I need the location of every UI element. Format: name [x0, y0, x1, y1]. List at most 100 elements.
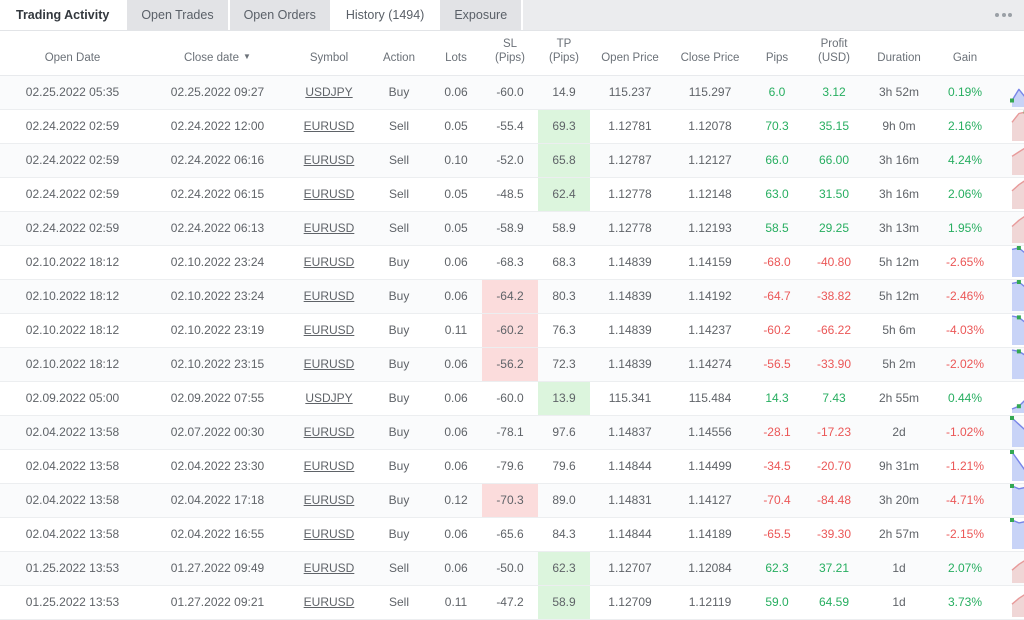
column-header-label: Pips: [765, 52, 789, 65]
pips-value: -34.5: [763, 459, 791, 474]
table-row[interactable]: 02.04.2022 13:58 02.04.2022 23:30 EURUSD Bu…: [0, 449, 1024, 484]
profit-value: -84.48: [816, 493, 852, 508]
symbol-link[interactable]: EURUSD: [304, 323, 355, 337]
cell-symbol[interactable]: EURUSD: [290, 245, 368, 280]
table-row[interactable]: 02.10.2022 18:12 02.10.2022 23:15 EURUSD Bu…: [0, 347, 1024, 382]
cell-symbol[interactable]: EURUSD: [290, 211, 368, 246]
symbol-link[interactable]: EURUSD: [304, 527, 355, 541]
symbol-link[interactable]: EURUSD: [304, 153, 355, 167]
cell-sl: -64.2: [482, 279, 538, 314]
cell-pips: 66.0: [750, 143, 804, 178]
cell-symbol[interactable]: EURUSD: [290, 483, 368, 518]
table-row[interactable]: 02.24.2022 02:59 02.24.2022 12:00 EURUSD Se…: [0, 109, 1024, 144]
cell-symbol[interactable]: EURUSD: [290, 143, 368, 178]
cell-sparkline-chart[interactable]: [996, 177, 1024, 212]
cell-sl: -70.3: [482, 483, 538, 518]
cell-symbol[interactable]: EURUSD: [290, 313, 368, 348]
cell-sparkline-chart[interactable]: [996, 585, 1024, 620]
cell-sparkline-chart[interactable]: [996, 483, 1024, 518]
sort-descending-icon[interactable]: ▼: [243, 52, 251, 62]
column-header-open_date[interactable]: Open Date: [0, 31, 145, 76]
cell-sparkline-chart[interactable]: [996, 75, 1024, 110]
more-options-icon[interactable]: [983, 0, 1024, 30]
cell-tp: 79.6: [538, 449, 590, 484]
tab-bar: Trading Activity Open Trades Open Orders Hi…: [0, 0, 1024, 31]
history-table-container[interactable]: Open Date Close date ▼ Symbol Action Lots SL (P…: [0, 31, 1024, 620]
symbol-link[interactable]: EURUSD: [304, 187, 355, 201]
tab-history[interactable]: History (1494): [331, 0, 441, 30]
cell-close_date: 02.25.2022 09:27: [145, 75, 290, 110]
table-row[interactable]: 02.24.2022 02:59 02.24.2022 06:16 EURUSD Se…: [0, 143, 1024, 178]
symbol-link[interactable]: EURUSD: [304, 459, 355, 473]
lots-value: 0.10: [444, 153, 468, 168]
tab-open-orders[interactable]: Open Orders: [229, 0, 332, 30]
gain-value: -2.15%: [945, 527, 985, 542]
column-header-profit[interactable]: Profit (USD): [804, 31, 864, 76]
table-row[interactable]: 01.25.2022 13:53 01.27.2022 09:49 EURUSD Se…: [0, 551, 1024, 586]
cell-symbol[interactable]: EURUSD: [290, 347, 368, 382]
symbol-link[interactable]: USDJPY: [305, 391, 352, 405]
cell-sparkline-chart[interactable]: [996, 109, 1024, 144]
table-row[interactable]: 02.25.2022 05:35 02.25.2022 09:27 USDJPY Bu…: [0, 75, 1024, 110]
cell-close_date: 02.24.2022 06:15: [145, 177, 290, 212]
tab-exposure[interactable]: Exposure: [440, 0, 524, 30]
cell-sparkline-chart[interactable]: [996, 381, 1024, 416]
cell-symbol[interactable]: EURUSD: [290, 109, 368, 144]
cell-symbol[interactable]: USDJPY: [290, 381, 368, 416]
table-row[interactable]: 02.04.2022 13:58 02.07.2022 00:30 EURUSD Bu…: [0, 415, 1024, 450]
cell-sparkline-chart[interactable]: [996, 415, 1024, 450]
table-row[interactable]: 02.09.2022 05:00 02.09.2022 07:55 USDJPY Bu…: [0, 381, 1024, 416]
column-header-close_price[interactable]: Close Price: [670, 31, 750, 76]
column-header-symbol[interactable]: Symbol: [290, 31, 368, 76]
cell-sparkline-chart[interactable]: [996, 517, 1024, 552]
column-header-close_date[interactable]: Close date ▼: [145, 31, 290, 76]
table-row[interactable]: 02.24.2022 02:59 02.24.2022 06:15 EURUSD Se…: [0, 177, 1024, 212]
cell-sparkline-chart[interactable]: [996, 279, 1024, 314]
symbol-link[interactable]: EURUSD: [304, 595, 355, 609]
cell-sparkline-chart[interactable]: [996, 449, 1024, 484]
cell-sparkline-chart[interactable]: [996, 143, 1024, 178]
symbol-link[interactable]: EURUSD: [304, 119, 355, 133]
table-row[interactable]: 01.25.2022 13:53 01.27.2022 09:21 EURUSD Se…: [0, 585, 1024, 620]
cell-symbol[interactable]: EURUSD: [290, 517, 368, 552]
column-header-duration[interactable]: Duration: [864, 31, 934, 76]
symbol-link[interactable]: EURUSD: [304, 357, 355, 371]
cell-symbol[interactable]: EURUSD: [290, 415, 368, 450]
cell-sparkline-chart[interactable]: [996, 347, 1024, 382]
column-header-gain[interactable]: Gain: [934, 31, 996, 76]
column-header-action[interactable]: Action: [368, 31, 430, 76]
symbol-link[interactable]: EURUSD: [304, 425, 355, 439]
column-header-chart[interactable]: i: [996, 31, 1024, 76]
cell-symbol[interactable]: USDJPY: [290, 75, 368, 110]
table-row[interactable]: 02.24.2022 02:59 02.24.2022 06:13 EURUSD Se…: [0, 211, 1024, 246]
table-row[interactable]: 02.10.2022 18:12 02.10.2022 23:24 EURUSD Bu…: [0, 279, 1024, 314]
cell-sparkline-chart[interactable]: [996, 245, 1024, 280]
cell-symbol[interactable]: EURUSD: [290, 551, 368, 586]
column-header-open_price[interactable]: Open Price: [590, 31, 670, 76]
column-header-sl[interactable]: SL (Pips): [482, 31, 538, 76]
symbol-link[interactable]: EURUSD: [304, 221, 355, 235]
table-row[interactable]: 02.04.2022 13:58 02.04.2022 17:18 EURUSD Bu…: [0, 483, 1024, 518]
cell-symbol[interactable]: EURUSD: [290, 449, 368, 484]
close_date-value: 02.07.2022 00:30: [170, 425, 265, 440]
cell-symbol[interactable]: EURUSD: [290, 279, 368, 314]
table-row[interactable]: 02.10.2022 18:12 02.10.2022 23:24 EURUSD Bu…: [0, 245, 1024, 280]
cell-sparkline-chart[interactable]: [996, 211, 1024, 246]
tab-open-trades[interactable]: Open Trades: [127, 0, 230, 30]
symbol-link[interactable]: USDJPY: [305, 85, 352, 99]
table-row[interactable]: 02.04.2022 13:58 02.04.2022 16:55 EURUSD Bu…: [0, 517, 1024, 552]
column-header-tp[interactable]: TP (Pips): [538, 31, 590, 76]
column-header-pips[interactable]: Pips: [750, 31, 804, 76]
cell-close_date: 02.24.2022 12:00: [145, 109, 290, 144]
cell-sparkline-chart[interactable]: [996, 313, 1024, 348]
symbol-link[interactable]: EURUSD: [304, 493, 355, 507]
table-row[interactable]: 02.10.2022 18:12 02.10.2022 23:19 EURUSD Bu…: [0, 313, 1024, 348]
cell-open_date: 02.24.2022 02:59: [0, 211, 145, 246]
symbol-link[interactable]: EURUSD: [304, 255, 355, 269]
cell-symbol[interactable]: EURUSD: [290, 585, 368, 620]
cell-sparkline-chart[interactable]: [996, 551, 1024, 586]
symbol-link[interactable]: EURUSD: [304, 289, 355, 303]
cell-symbol[interactable]: EURUSD: [290, 177, 368, 212]
column-header-lots[interactable]: Lots: [430, 31, 482, 76]
symbol-link[interactable]: EURUSD: [304, 561, 355, 575]
